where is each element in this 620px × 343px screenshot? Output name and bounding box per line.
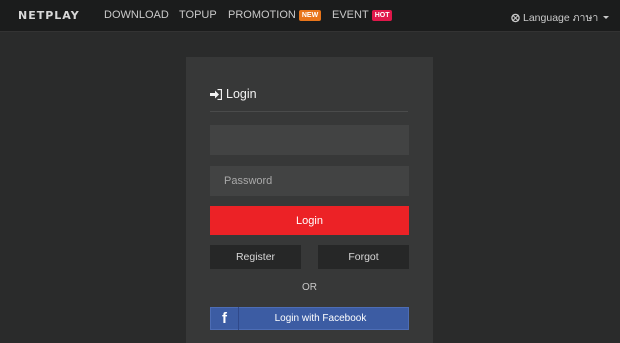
username-input[interactable]: [210, 125, 409, 155]
language-label: Language ภาษา: [523, 12, 599, 24]
password-input[interactable]: [210, 166, 409, 196]
login-heading: Login: [210, 87, 257, 101]
nav-promotion-label: PROMOTION: [228, 9, 296, 21]
chevron-down-icon: [603, 16, 610, 19]
divider: [210, 111, 408, 112]
or-separator: OR: [302, 282, 317, 293]
facebook-icon: f: [211, 307, 239, 330]
logo-text: NETPLAY: [18, 8, 80, 22]
new-badge: NEW: [298, 10, 322, 21]
top-navbar: NETPLAY DOWNLOAD TOPUP PROMOTION NEW EVEN…: [0, 0, 620, 32]
hot-badge: HOT: [371, 10, 393, 21]
login-title-text: Login: [226, 87, 257, 101]
login-button[interactable]: Login: [210, 206, 409, 235]
flag-icon: [511, 13, 520, 22]
nav-download[interactable]: DOWNLOAD: [104, 9, 169, 22]
facebook-login-button[interactable]: f Login with Facebook: [210, 307, 409, 330]
forgot-button[interactable]: Forgot: [318, 245, 409, 269]
netplay-logo[interactable]: NETPLAY: [18, 8, 80, 22]
register-button[interactable]: Register: [210, 245, 301, 269]
nav-event-label: EVENT: [332, 9, 369, 21]
nav-event[interactable]: EVENT HOT: [332, 9, 393, 22]
nav-promotion[interactable]: PROMOTION NEW: [228, 9, 322, 22]
nav-topup[interactable]: TOPUP: [179, 9, 217, 22]
sign-in-icon: [210, 88, 222, 100]
facebook-login-label: Login with Facebook: [274, 313, 367, 324]
language-dropdown[interactable]: Language ภาษา: [511, 9, 610, 26]
